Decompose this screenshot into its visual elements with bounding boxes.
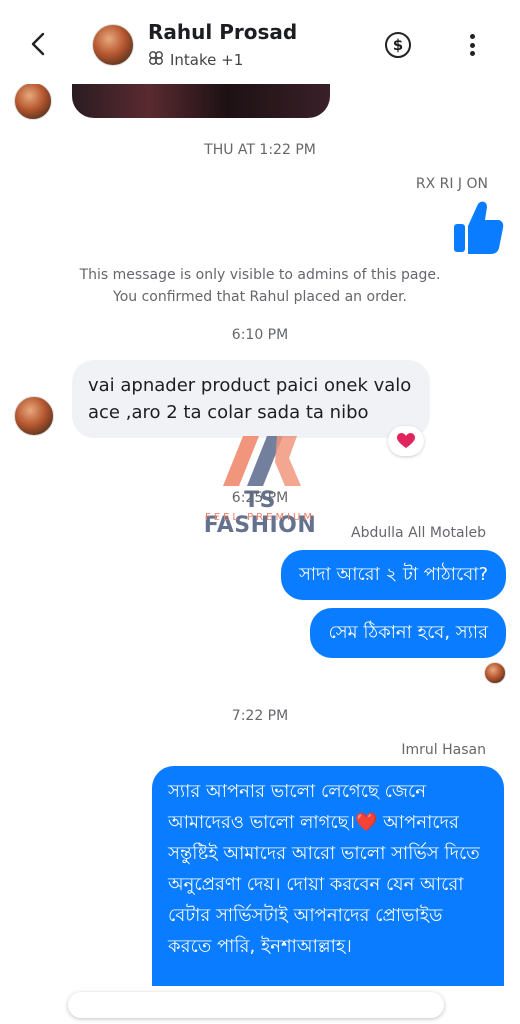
intake-icon <box>148 50 164 70</box>
message-composer[interactable] <box>68 992 444 1018</box>
contact-subtitle[interactable]: Intake +1 <box>148 50 243 70</box>
read-receipt-avatar <box>484 662 506 684</box>
timestamp: 6:25 PM <box>231 490 289 506</box>
contact-name[interactable]: Rahul Prosad <box>148 20 297 44</box>
outgoing-message[interactable]: সাদা আরো ২ টা পাঠাবো? <box>280 550 506 600</box>
admin-notice-line1: This message is only visible to admins o… <box>79 267 441 283</box>
thumbs-up-icon[interactable] <box>452 198 504 256</box>
contact-avatar[interactable] <box>92 24 134 66</box>
contact-avatar-small <box>14 82 52 120</box>
timestamp: THU AT 1:22 PM <box>204 142 316 158</box>
sender-label: RX RI J ON <box>415 176 488 192</box>
more-vertical-icon[interactable] <box>462 32 482 58</box>
back-arrow-icon[interactable] <box>24 30 52 58</box>
outgoing-message-long[interactable]: স্যার আপনার ভালো লেগেছে জেনে আমাদেরও ভাল… <box>152 766 504 986</box>
timestamp: 7:22 PM <box>231 708 289 724</box>
admin-notice-line2: You confirmed that Rahul placed an order… <box>113 289 407 305</box>
contact-subtitle-text: Intake +1 <box>170 51 244 69</box>
watermark-tagline: FEEL PREMIUM <box>205 512 315 523</box>
timestamp: 6:10 PM <box>231 327 289 343</box>
sender-label: Imrul Hasan <box>401 742 486 758</box>
contact-avatar-small <box>14 396 54 436</box>
outgoing-message[interactable]: সেম ঠিকানা হবে, স্যার <box>310 608 506 658</box>
admin-notice: This message is only visible to admins o… <box>0 264 520 308</box>
chat-header: Rahul Prosad Intake +1 $ <box>0 0 520 84</box>
dollar-icon[interactable]: $ <box>385 32 411 58</box>
incoming-message[interactable]: vai apnader product paici onek valo ace … <box>72 360 430 438</box>
heart-reaction-icon[interactable] <box>388 426 424 456</box>
watermark-logo: TS FASHION FEEL PREMIUM <box>185 428 335 538</box>
sender-label: Abdulla All Motaleb <box>351 525 486 541</box>
